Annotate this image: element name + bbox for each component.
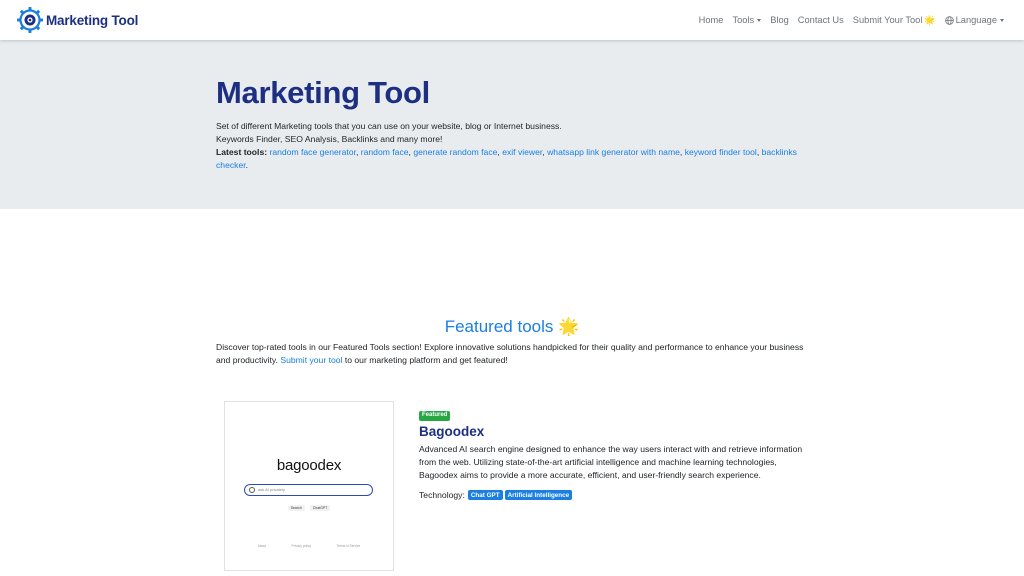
screenshot-footer-link: Terms of Service [336, 544, 361, 548]
nav-language-dropdown[interactable]: Language [944, 15, 1004, 25]
star-icon: 🌟 [924, 14, 936, 25]
brand-logo-link[interactable]: Marketing Tool [16, 6, 138, 34]
hero-line-1: Set of different Marketing tools that yo… [216, 121, 562, 131]
nav-contact[interactable]: Contact Us [798, 15, 844, 25]
screenshot-logo: bagoodex [276, 457, 342, 474]
featured-title-text: Featured tools [444, 317, 554, 336]
nav-tools-dropdown[interactable]: Tools [732, 15, 762, 25]
main-nav: Home Tools Blog Contact Us Submit Your T… [690, 0, 1004, 40]
technology-label: Technology: [419, 490, 465, 500]
hero-title: Marketing Tool [216, 75, 430, 110]
nav-language-label: Language [955, 15, 997, 25]
screenshot-button: ChatGPT [309, 505, 331, 511]
screenshot-button: Search [287, 505, 305, 511]
latest-tool-link[interactable]: generate random face [413, 147, 497, 157]
screenshot-footer-link: Privacy policy [291, 544, 312, 548]
hero-description: Set of different Marketing tools that yo… [216, 121, 797, 170]
technology-row: Technology: Chat GPT Artificial Intellig… [419, 490, 809, 500]
caret-down-icon [757, 18, 762, 22]
hero-section: Marketing Tool Set of different Marketin… [0, 40, 1024, 209]
nav-home[interactable]: Home [699, 15, 724, 25]
latest-tool-link[interactable]: random face [361, 147, 409, 157]
nav-submit-label: Submit Your Tool [852, 15, 923, 25]
nav-submit-tool[interactable]: Submit Your Tool 🌟 [853, 15, 936, 26]
brand-name: Marketing Tool [46, 12, 139, 28]
hero-content: Marketing Tool Set of different Marketin… [216, 74, 816, 172]
technology-badge[interactable]: Artificial Intelligence [504, 490, 573, 500]
latest-tools-label: Latest tools: [216, 147, 268, 157]
search-icon [249, 487, 255, 493]
tool-screenshot[interactable]: bagoodex ask AI privately Search ChatGPT… [224, 401, 394, 571]
navbar: Marketing Tool Home Tools Blog Contact U… [0, 0, 1024, 40]
star-icon: 🌟 [558, 317, 580, 336]
technology-badge[interactable]: Chat GPT [467, 490, 503, 500]
latest-tool-link[interactable]: random face generator [269, 147, 355, 157]
featured-title: Featured tools 🌟 [216, 316, 808, 338]
featured-description: Discover top-rated tools in our Featured… [216, 341, 808, 367]
caret-down-icon [1000, 18, 1004, 22]
latest-tool-link[interactable]: exif viewer [502, 147, 542, 157]
screenshot-search-placeholder: ask AI privately [258, 487, 285, 492]
tool-name-link[interactable]: Bagoodex [419, 423, 809, 440]
nav-blog[interactable]: Blog [770, 15, 789, 25]
globe-icon [944, 15, 954, 25]
featured-desc-text-end: to our marketing platform and get featur… [344, 355, 508, 365]
submit-tool-link[interactable]: Submit your tool [280, 355, 342, 365]
screenshot-footer-link: About [257, 544, 267, 548]
screenshot-search-box: ask AI privately [244, 484, 373, 496]
nav-tools-label: Tools [732, 15, 755, 25]
latest-tool-link[interactable]: keyword finder tool [685, 147, 757, 157]
screenshot-footer: About Privacy policy Terms of Service [225, 544, 393, 548]
latest-tool-link[interactable]: whatsapp link generator with name [547, 147, 680, 157]
featured-badge: Featured [419, 410, 451, 421]
tool-card-body: Featured Bagoodex Advanced AI search eng… [419, 403, 809, 500]
gear-logo-icon [17, 7, 43, 33]
screenshot-buttons: Search ChatGPT [225, 505, 393, 511]
tool-description: Advanced AI search engine designed to en… [419, 444, 803, 480]
hero-line-2: Keywords Finder, SEO Analysis, Backlinks… [216, 134, 443, 144]
